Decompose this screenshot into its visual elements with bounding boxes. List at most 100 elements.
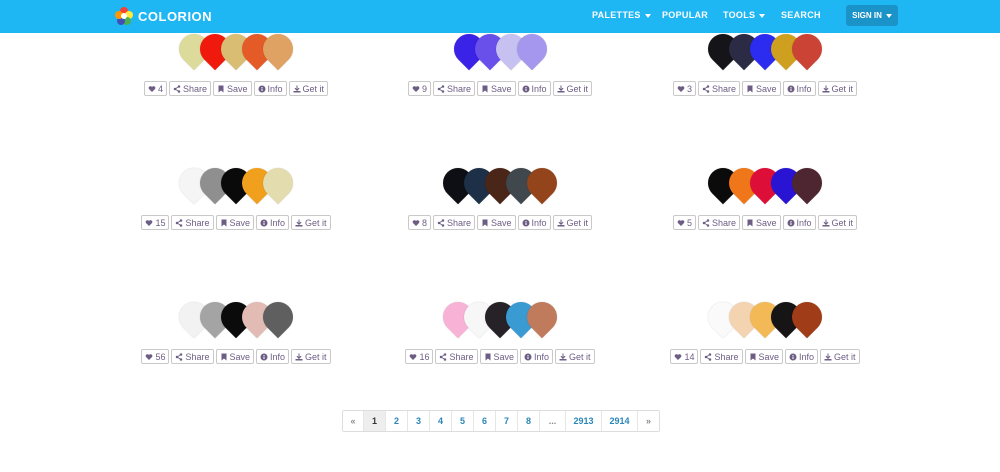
pagination-page[interactable]: 2913: [566, 411, 602, 431]
palette-swatches[interactable]: [436, 295, 564, 339]
colorion-logo-icon: [115, 7, 133, 25]
caret-down-icon: [759, 13, 766, 18]
pagination-page[interactable]: 6: [474, 411, 496, 431]
info-button[interactable]: Info: [253, 81, 287, 96]
palette-swatches[interactable]: [172, 161, 300, 205]
save-button[interactable]: Save: [215, 349, 255, 364]
info-button[interactable]: Info: [782, 81, 816, 96]
caret-down-icon: [644, 13, 651, 18]
like-button[interactable]: 9: [407, 81, 431, 96]
share-button[interactable]: Share: [432, 215, 475, 230]
download-icon: [557, 85, 565, 92]
heart-icon: [148, 85, 156, 92]
palette-swatches[interactable]: [701, 27, 829, 71]
get-it-button[interactable]: Get it: [552, 215, 593, 230]
get-it-button[interactable]: Get it: [555, 349, 595, 364]
get-it-button[interactable]: Get it: [552, 81, 593, 96]
like-button[interactable]: 8: [407, 215, 431, 230]
info-label: Info: [267, 83, 283, 94]
like-button[interactable]: 16: [405, 349, 434, 364]
pagination-page[interactable]: 5: [452, 411, 474, 431]
save-label: Save: [758, 351, 780, 362]
pagination-page[interactable]: 3: [408, 411, 430, 431]
save-button[interactable]: Save: [477, 81, 516, 96]
download-icon: [559, 353, 567, 360]
like-button[interactable]: 14: [670, 349, 699, 364]
save-button[interactable]: Save: [477, 215, 516, 230]
like-button[interactable]: 15: [141, 215, 170, 230]
download-icon: [295, 219, 303, 226]
info-icon: [258, 85, 266, 92]
get-it-label: Get it: [831, 83, 854, 94]
share-button[interactable]: Share: [171, 349, 214, 364]
get-it-button[interactable]: Get it: [817, 215, 858, 230]
get-it-label: Get it: [569, 351, 591, 362]
share-button[interactable]: Share: [435, 349, 478, 364]
pagination-next[interactable]: »: [638, 411, 659, 431]
get-it-label: Get it: [831, 217, 854, 228]
save-button[interactable]: Save: [744, 349, 784, 364]
nav-tools[interactable]: TOOLS: [723, 10, 766, 20]
nav-search[interactable]: SEARCH: [781, 10, 821, 20]
get-it-button[interactable]: Get it: [817, 81, 858, 96]
get-it-button[interactable]: Get it: [291, 215, 331, 230]
share-button[interactable]: Share: [432, 81, 475, 96]
pagination-page[interactable]: 4: [430, 411, 452, 431]
pagination-page[interactable]: 8: [518, 411, 540, 431]
like-button[interactable]: 3: [672, 81, 696, 96]
info-label: Info: [796, 217, 812, 228]
like-button[interactable]: 56: [141, 349, 170, 364]
pagination-prev[interactable]: «: [343, 411, 364, 431]
info-icon: [522, 85, 530, 92]
save-button[interactable]: Save: [215, 215, 255, 230]
share-button[interactable]: Share: [697, 81, 740, 96]
pagination-page[interactable]: 7: [496, 411, 518, 431]
palette-swatches[interactable]: [172, 295, 300, 339]
share-button[interactable]: Share: [171, 215, 214, 230]
like-count: 3: [686, 83, 692, 94]
share-label: Share: [185, 217, 210, 228]
like-count: 8: [421, 217, 427, 228]
palette-swatches[interactable]: [701, 161, 829, 205]
get-it-label: Get it: [566, 83, 589, 94]
info-button[interactable]: Info: [517, 81, 551, 96]
pagination-page[interactable]: 2: [386, 411, 408, 431]
info-button[interactable]: Info: [517, 215, 551, 230]
save-button[interactable]: Save: [742, 215, 781, 230]
pagination-page[interactable]: 2914: [602, 411, 638, 431]
heart-icon: [146, 219, 153, 226]
share-button[interactable]: Share: [697, 215, 740, 230]
get-it-button[interactable]: Get it: [288, 81, 329, 96]
bookmark-icon: [747, 85, 753, 92]
like-button[interactable]: 4: [143, 81, 167, 96]
get-it-label: Get it: [302, 83, 325, 94]
nav-tools-label: TOOLS: [723, 10, 756, 20]
info-button[interactable]: Info: [256, 215, 290, 230]
heart-icon: [410, 353, 417, 360]
share-icon: [437, 84, 445, 93]
info-button[interactable]: Info: [785, 349, 819, 364]
nav-palettes[interactable]: PALETTES: [592, 10, 651, 20]
palette-swatches[interactable]: [701, 295, 829, 339]
info-button[interactable]: Info: [520, 349, 554, 364]
get-it-button[interactable]: Get it: [291, 349, 331, 364]
get-it-label: Get it: [566, 217, 589, 228]
share-button[interactable]: Share: [700, 349, 743, 364]
palette-swatches[interactable]: [436, 161, 564, 205]
save-button[interactable]: Save: [213, 81, 252, 96]
brand-link[interactable]: COLORION: [114, 6, 212, 26]
save-button[interactable]: Save: [479, 349, 519, 364]
like-button[interactable]: 5: [672, 215, 696, 230]
palette-swatches[interactable]: [447, 27, 553, 71]
save-button[interactable]: Save: [742, 81, 781, 96]
share-button[interactable]: Share: [168, 81, 211, 96]
get-it-button[interactable]: Get it: [820, 349, 860, 364]
nav-popular[interactable]: POPULAR: [662, 10, 708, 20]
info-button[interactable]: Info: [256, 349, 290, 364]
sign-in-button[interactable]: SIGN IN: [846, 5, 898, 26]
pagination-ellipsis: ...: [540, 411, 566, 431]
pagination-page[interactable]: 1: [364, 411, 386, 431]
bookmark-icon: [221, 353, 226, 360]
palette-swatches[interactable]: [172, 27, 300, 71]
info-button[interactable]: Info: [782, 215, 816, 230]
